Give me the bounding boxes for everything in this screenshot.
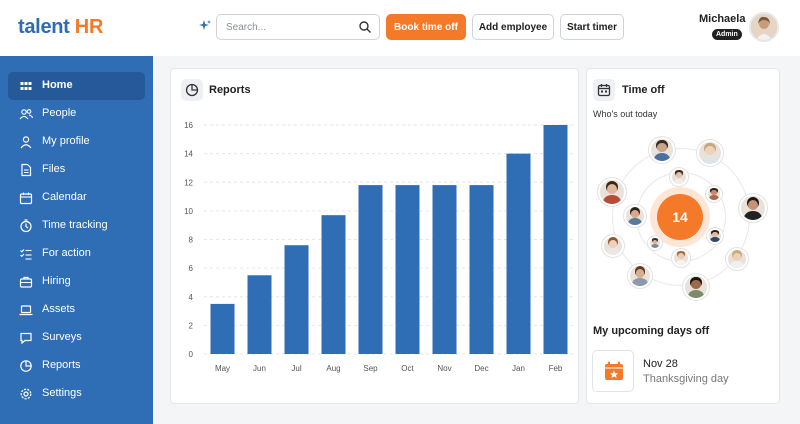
bar-oct[interactable] (395, 185, 420, 354)
holiday-name: Thanksgiving day (643, 373, 729, 385)
timeoff-card-icon (593, 79, 615, 101)
x-tick-label: Jun (253, 364, 266, 373)
out-today-avatar[interactable] (706, 186, 722, 202)
y-tick-label: 4 (189, 293, 194, 302)
out-today-avatar[interactable] (707, 228, 723, 244)
x-tick-label: May (215, 364, 230, 373)
upcoming-days-off-title: My upcoming days off (593, 325, 710, 337)
bar-dec[interactable] (469, 185, 494, 354)
out-today-count[interactable]: 14 (657, 194, 703, 240)
x-tick-label: Nov (437, 364, 451, 373)
out-today-avatar[interactable] (683, 274, 709, 300)
x-tick-label: Jan (512, 364, 525, 373)
y-tick-label: 0 (189, 350, 194, 359)
y-tick-label: 14 (184, 150, 193, 159)
bar-nov[interactable] (432, 185, 457, 354)
y-tick-label: 10 (184, 207, 193, 216)
x-tick-label: Jul (291, 364, 301, 373)
y-tick-label: 2 (189, 321, 194, 330)
out-today-avatar[interactable] (648, 236, 662, 250)
out-today-avatar[interactable] (726, 248, 748, 270)
bar-sep[interactable] (358, 185, 383, 354)
out-today-avatar[interactable] (602, 235, 624, 257)
x-tick-label: Oct (401, 364, 414, 373)
out-today-avatar[interactable] (624, 205, 646, 227)
bar-may[interactable] (210, 303, 235, 354)
x-tick-label: Sep (363, 364, 378, 373)
y-tick-label: 8 (189, 236, 194, 245)
holiday-calendar-card[interactable] (592, 350, 634, 392)
bar-aug[interactable] (321, 215, 346, 354)
holiday-calendar-icon (605, 361, 623, 380)
holiday-date: Nov 28 (643, 358, 678, 370)
bar-jan[interactable] (506, 153, 531, 354)
timeoff-title: Time off (622, 84, 665, 96)
x-tick-label: Dec (474, 364, 488, 373)
y-tick-label: 6 (189, 264, 194, 273)
y-tick-label: 16 (184, 121, 193, 130)
bar-jul[interactable] (284, 245, 309, 354)
out-today-avatar[interactable] (628, 264, 652, 288)
x-tick-label: Feb (549, 364, 563, 373)
calendar-icon (597, 84, 611, 97)
out-today-avatar[interactable] (670, 168, 688, 186)
bar-jun[interactable] (247, 275, 272, 354)
out-today-avatar[interactable] (697, 140, 723, 166)
x-tick-label: Aug (326, 364, 340, 373)
out-today-avatar[interactable] (598, 178, 626, 206)
bar-feb[interactable] (543, 125, 568, 354)
y-tick-label: 12 (184, 178, 193, 187)
out-today-avatar[interactable] (739, 194, 767, 222)
out-today-avatar[interactable] (672, 249, 690, 267)
timeoff-subtitle: Who's out today (593, 109, 658, 119)
out-today-avatar[interactable] (649, 137, 675, 163)
